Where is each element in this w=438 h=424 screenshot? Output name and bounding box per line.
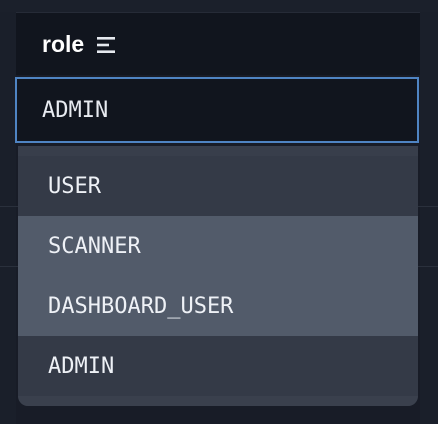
role-filter-input[interactable] bbox=[42, 97, 392, 123]
table-left-column bbox=[0, 12, 16, 424]
option-user[interactable]: USER bbox=[18, 156, 418, 216]
option-dashboard-user[interactable]: DASHBOARD_USER bbox=[18, 276, 418, 336]
role-options-dropdown: USER SCANNER DASHBOARD_USER ADMIN bbox=[18, 146, 418, 406]
column-header: role bbox=[16, 13, 420, 75]
dropdown-top-edge bbox=[18, 146, 418, 156]
column-title: role bbox=[42, 30, 85, 57]
option-scanner[interactable]: SCANNER bbox=[18, 216, 418, 276]
option-admin[interactable]: ADMIN bbox=[18, 336, 418, 396]
role-filter-field[interactable] bbox=[15, 77, 419, 143]
filter-lines-icon[interactable] bbox=[96, 35, 116, 55]
dropdown-bottom-edge bbox=[18, 396, 418, 406]
table-top-row bbox=[0, 0, 438, 13]
table-right-column bbox=[420, 12, 438, 424]
